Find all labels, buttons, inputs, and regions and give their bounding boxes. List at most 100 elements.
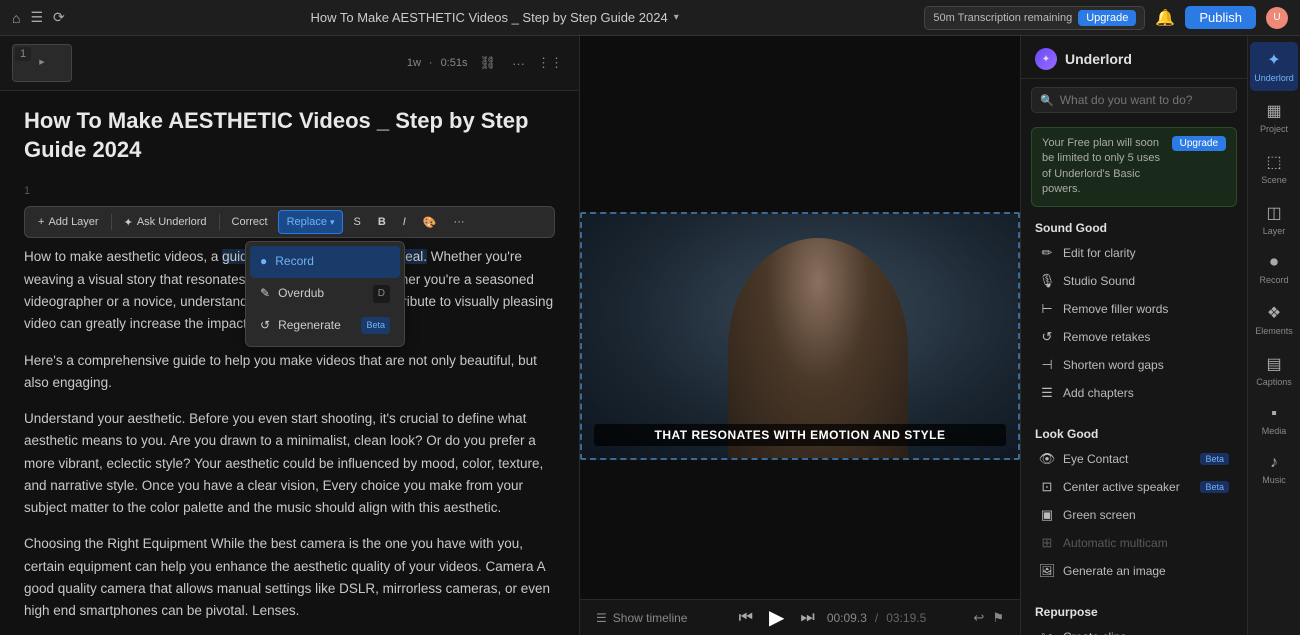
eye-contact-icon: 👁	[1039, 451, 1055, 467]
transcript-title: How To Make AESTHETIC Videos _ Step by S…	[24, 107, 555, 164]
sidebar-item-create-clips[interactable]: ✂ Create clips	[1031, 623, 1237, 635]
add-layer-icon: +	[38, 216, 44, 228]
regenerate-label: Regenerate	[278, 316, 341, 336]
replace-option-record[interactable]: ● Record	[250, 246, 400, 278]
skip-forward-button[interactable]: ⏭	[796, 605, 818, 631]
bold-button[interactable]: B	[371, 213, 393, 231]
ask-underlord-button[interactable]: ✦ Ask Underlord	[117, 213, 214, 232]
home-icon[interactable]: ⌂	[12, 10, 20, 26]
record-bar-label: Record	[1259, 275, 1288, 285]
sidebar-item-shorten-gaps[interactable]: ⊣ Shorten word gaps	[1031, 351, 1237, 379]
icon-bar-item-elements[interactable]: ❖ Elements	[1250, 295, 1298, 344]
icon-bar-item-captions[interactable]: ▤ Captions	[1250, 346, 1298, 395]
remove-retakes-label: Remove retakes	[1063, 330, 1229, 344]
toolbar-separator-2	[219, 214, 220, 230]
layer-bar-label: Layer	[1263, 226, 1286, 236]
replace-button[interactable]: Replace ▾	[278, 210, 344, 234]
time-current: 00:09.3	[827, 611, 867, 625]
notification-icon[interactable]: 🔔	[1155, 8, 1175, 28]
italic-button[interactable]: I	[396, 213, 413, 231]
show-timeline-label: Show timeline	[613, 611, 688, 625]
regenerate-beta-badge: Beta	[361, 317, 390, 334]
sidebar-item-generate-image[interactable]: 🖼 Generate an image	[1031, 557, 1237, 585]
transcript-paragraph-2: Here's a comprehensive guide to help you…	[24, 350, 555, 395]
sidebar-item-eye-contact[interactable]: 👁 Eye Contact Beta	[1031, 445, 1237, 473]
skip-back-button[interactable]: ⏮	[735, 605, 757, 631]
studio-sound-icon: 🎙	[1039, 273, 1055, 289]
remove-filler-icon: ⊢	[1039, 301, 1055, 317]
color-button[interactable]: 🎨	[416, 213, 444, 232]
icon-bar-item-layer[interactable]: ◫ Layer	[1250, 195, 1298, 244]
replace-option-overdub[interactable]: ✎ Overdub D	[250, 278, 400, 310]
create-clips-label: Create clips	[1063, 630, 1229, 635]
add-layer-button[interactable]: + Add Layer	[31, 213, 106, 231]
look-good-section: Look Good 👁 Eye Contact Beta ⊡ Center ac…	[1021, 419, 1247, 589]
play-button[interactable]: ▶	[765, 601, 788, 634]
more-button[interactable]: ···	[447, 213, 472, 231]
flag-button[interactable]: ⚑	[992, 610, 1004, 626]
record-bar-icon: ⏺	[1270, 254, 1278, 272]
page-number: 1	[15, 47, 31, 61]
search-icon: 🔍	[1040, 94, 1054, 107]
icon-bar-item-underlord[interactable]: ✦ Underlord	[1250, 42, 1298, 91]
overdub-icon: ✎	[260, 284, 270, 304]
toolbar-separator	[111, 214, 112, 230]
upgrade-button-top[interactable]: Upgrade	[1078, 10, 1136, 26]
menu-icon[interactable]: ☰	[30, 9, 43, 26]
icon-bar-item-scene[interactable]: ⬚ Scene	[1250, 144, 1298, 193]
upgrade-banner-button[interactable]: Upgrade	[1172, 136, 1226, 151]
captions-bar-label: Captions	[1256, 377, 1292, 387]
scene-bar-label: Scene	[1261, 175, 1287, 185]
sidebar-item-remove-retakes[interactable]: ↺ Remove retakes	[1031, 323, 1237, 351]
toolbar-meta: 1w · 0:51s ⛓ ···	[407, 53, 529, 73]
topbar: ⌂ ☰ ⟳ How To Make AESTHETIC Videos _ Ste…	[0, 0, 1300, 36]
sidebar-item-green-screen[interactable]: ▣ Green screen	[1031, 501, 1237, 529]
bottom-bar: ☰ Show timeline ⏮ ▶ ⏭ 00:09.3 / 03:19.5 …	[580, 599, 1020, 635]
sidebar-item-edit-clarity[interactable]: ✏ Edit for clarity	[1031, 239, 1237, 267]
title-chevron-icon[interactable]: ▾	[674, 12, 679, 23]
icon-bar-item-music[interactable]: ♪ Music	[1250, 446, 1298, 493]
transcript-overflow-icon[interactable]: ⋮⋮	[533, 53, 567, 73]
project-bar-icon: ▦	[1266, 101, 1281, 121]
transcript-link-icon[interactable]: ⛓	[475, 53, 500, 73]
font-size-button[interactable]: S	[346, 213, 367, 231]
transcript-paragraph-4: Choosing the Right Equipment While the b…	[24, 533, 555, 622]
green-screen-label: Green screen	[1063, 508, 1229, 522]
thumbnail-strip[interactable]: 1 ▶	[12, 44, 72, 82]
sidebar-item-studio-sound[interactable]: 🎙 Studio Sound	[1031, 267, 1237, 295]
publish-button[interactable]: Publish	[1185, 6, 1256, 29]
media-bar-icon: ▪	[1271, 405, 1277, 423]
sidebar-item-remove-filler[interactable]: ⊢ Remove filler words	[1031, 295, 1237, 323]
transcript-panel: 1 ▶ 1w · 0:51s ⛓ ··· ⋮⋮ How To Make AEST…	[0, 36, 580, 635]
icon-bar-item-record[interactable]: ⏺ Record	[1250, 246, 1298, 293]
shorten-gaps-icon: ⊣	[1039, 357, 1055, 373]
project-bar-label: Project	[1260, 124, 1288, 134]
repurpose-section: Repurpose ✂ Create clips ⭐ Create highli…	[1021, 597, 1247, 635]
transcription-text: 50m Transcription remaining	[933, 12, 1072, 24]
sidebar-item-center-speaker[interactable]: ⊡ Center active speaker Beta	[1031, 473, 1237, 501]
underlord-search-bar[interactable]: 🔍	[1031, 87, 1237, 113]
meta-time: 1w	[407, 57, 421, 69]
sidebar-item-add-chapters[interactable]: ☰ Add chapters	[1031, 379, 1237, 407]
video-area: THAT RESONATES WITH EMOTION AND STYLE ☰ …	[580, 36, 1020, 635]
thumbnail-text: ▶	[39, 59, 44, 67]
timeline-toggle[interactable]: ☰ Show timeline	[596, 611, 687, 625]
transcript-actions-icon[interactable]: ···	[508, 54, 529, 73]
auto-multicam-icon: ⊞	[1039, 535, 1055, 551]
remove-filler-label: Remove filler words	[1063, 302, 1229, 316]
timeline-icon: ☰	[596, 611, 607, 625]
upgrade-banner-text: Your Free plan will soon be limited to o…	[1042, 136, 1166, 198]
correct-button[interactable]: Correct	[225, 213, 275, 231]
avatar[interactable]: U	[1266, 7, 1288, 29]
elements-bar-icon: ❖	[1267, 303, 1281, 323]
bookmark-button[interactable]: ↩	[973, 610, 984, 626]
underlord-search-input[interactable]	[1060, 93, 1228, 107]
video-caption-bar: THAT RESONATES WITH EMOTION AND STYLE	[594, 424, 1006, 446]
music-bar-label: Music	[1262, 475, 1286, 485]
icon-bar-item-project[interactable]: ▦ Project	[1250, 93, 1298, 142]
replace-option-regenerate[interactable]: ↺ Regenerate Beta	[250, 310, 400, 342]
player-right-controls: ↩ ⚑	[973, 610, 1004, 626]
overdub-label: Overdub	[278, 284, 324, 304]
icon-bar-item-media[interactable]: ▪ Media	[1250, 397, 1298, 444]
transcript-paragraph-3: Understand your aesthetic. Before you ev…	[24, 408, 555, 519]
